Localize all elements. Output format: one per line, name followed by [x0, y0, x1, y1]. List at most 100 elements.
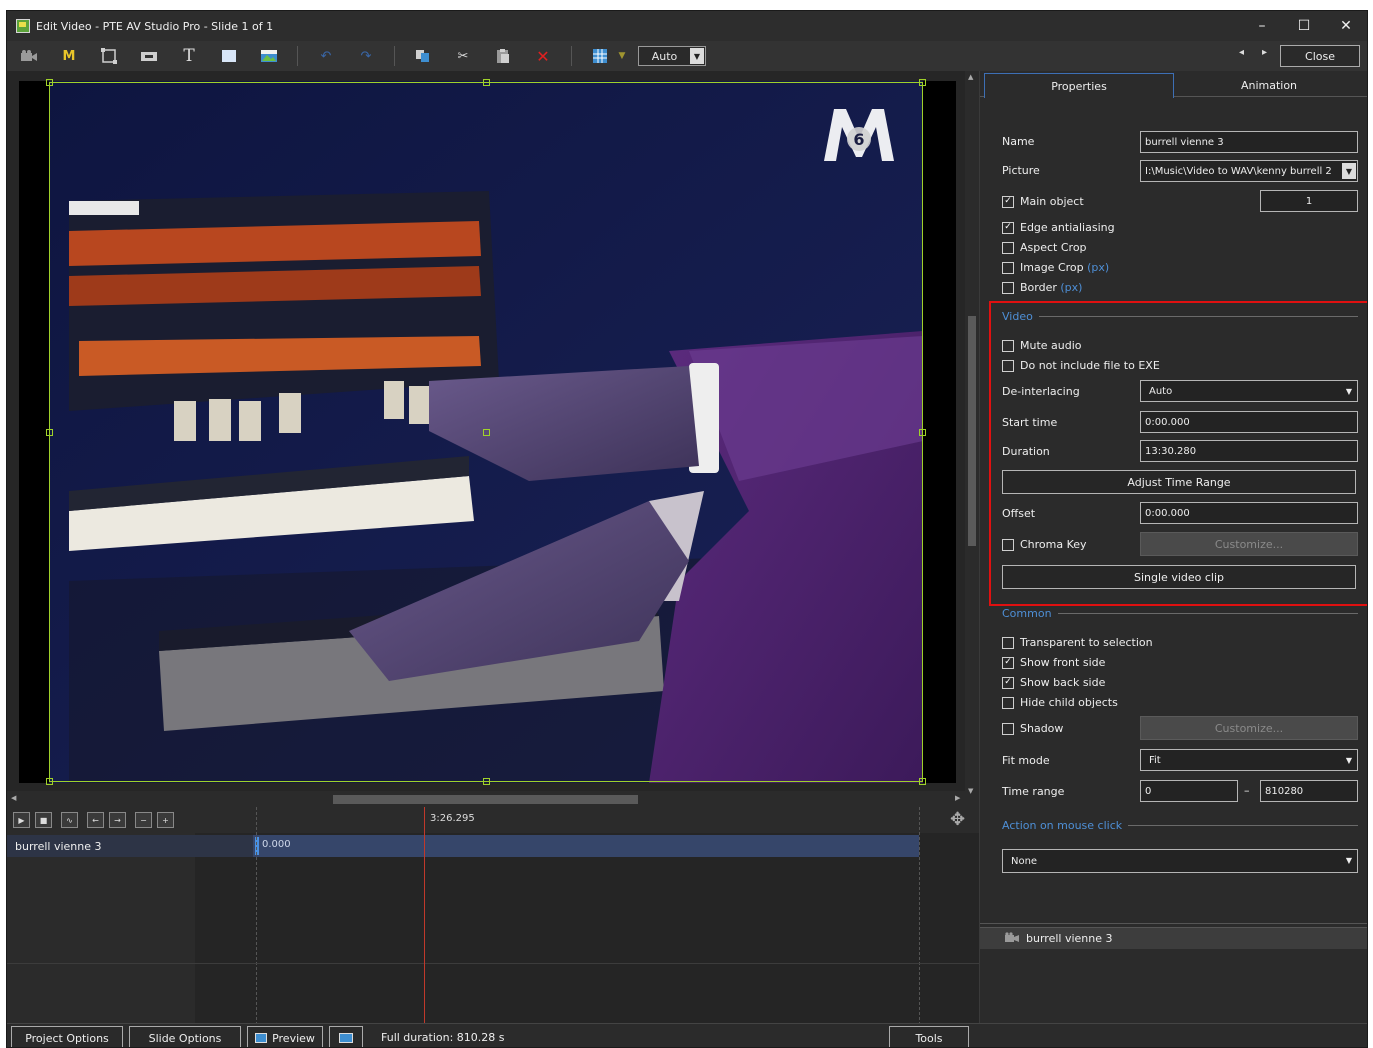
arrow-right-icon[interactable]: → — [109, 812, 126, 828]
aspect-crop-checkbox[interactable]: Aspect Crop — [1002, 241, 1087, 254]
arrow-left-icon[interactable]: ← — [87, 812, 104, 828]
properties-panel: Properties Animation Name burrell vienne… — [979, 71, 1367, 1023]
scroll-right-icon[interactable]: ▶ — [955, 794, 960, 802]
add-button-icon[interactable] — [137, 45, 161, 67]
video-clip[interactable] — [253, 835, 919, 857]
clip-end-guide — [919, 807, 920, 1025]
monitor-icon — [339, 1033, 353, 1043]
scroll-up-icon[interactable]: ▲ — [968, 73, 973, 81]
redo-icon[interactable]: ↷ — [354, 45, 378, 67]
clip-start-guide — [256, 807, 257, 1025]
action-select[interactable]: None ▼ — [1002, 849, 1358, 873]
border-link[interactable]: (px) — [1060, 281, 1082, 294]
main-object-field[interactable]: 1 — [1260, 190, 1358, 212]
scroll-down-icon[interactable]: ▼ — [968, 787, 973, 795]
paste-icon[interactable] — [491, 45, 515, 67]
move-icon[interactable]: ✥ — [950, 809, 965, 830]
common-section-header: Common — [1002, 607, 1358, 620]
edge-antialiasing-checkbox[interactable]: ✓ Edge antialiasing — [1002, 221, 1115, 234]
video-section-header: Video — [1002, 310, 1358, 323]
preview-button[interactable]: Preview — [247, 1026, 323, 1047]
grid-dropdown-icon[interactable]: ▼ — [616, 45, 628, 67]
bottom-bar: Project Options Slide Options Preview Fu… — [7, 1023, 1367, 1047]
canvas-vertical-scrollbar[interactable]: ▲ ▼ — [965, 71, 979, 797]
object-list-item[interactable]: burrell vienne 3 — [980, 927, 1367, 949]
vertical-scroll-thumb[interactable] — [968, 316, 976, 546]
chevron-down-icon[interactable]: ▼ — [1342, 163, 1356, 179]
window-close-button[interactable]: ✕ — [1325, 11, 1367, 41]
object-list-name: burrell vienne 3 — [1026, 932, 1113, 945]
name-field[interactable]: burrell vienne 3 — [1140, 131, 1358, 153]
add-mask-icon[interactable]: M — [57, 45, 81, 67]
fullscreen-preview-button[interactable] — [329, 1026, 363, 1047]
chroma-customize-button[interactable]: Customize... — [1140, 532, 1358, 556]
video-frame[interactable]: 6 — [49, 81, 923, 783]
waveform-icon[interactable]: ∿ — [61, 812, 78, 828]
mute-audio-checkbox[interactable]: Mute audio — [1002, 339, 1082, 352]
slide-options-button[interactable]: Slide Options — [129, 1026, 241, 1047]
add-video-icon[interactable] — [17, 45, 41, 67]
add-image-icon[interactable] — [257, 45, 281, 67]
horizontal-scroll-thumb[interactable] — [333, 795, 638, 804]
minimize-button[interactable]: – — [1241, 11, 1283, 41]
shadow-customize-button[interactable]: Customize... — [1140, 716, 1358, 740]
add-frame-icon[interactable] — [97, 45, 121, 67]
picture-path: I:\Music\Video to WAV\kenny burrell 2 — [1145, 165, 1332, 177]
project-options-button[interactable]: Project Options — [11, 1026, 123, 1047]
tab-properties[interactable]: Properties — [984, 73, 1174, 98]
add-rectangle-icon[interactable] — [217, 45, 241, 67]
duration-field[interactable]: 13:30.280 — [1140, 440, 1358, 462]
name-label: Name — [1002, 135, 1035, 148]
copy-icon[interactable] — [411, 45, 435, 67]
play-icon[interactable]: ▶ — [13, 812, 30, 828]
time-range-from-field[interactable]: 0 — [1140, 780, 1238, 802]
start-time-label: Start time — [1002, 416, 1058, 429]
show-front-side-checkbox[interactable]: ✓ Show front side — [1002, 656, 1105, 669]
single-video-clip-button[interactable]: Single video clip — [1002, 565, 1356, 589]
time-range-to-field[interactable]: 810280 — [1260, 780, 1358, 802]
border-checkbox[interactable]: Border (px) — [1002, 281, 1082, 294]
full-duration: Full duration: 810.28 s — [381, 1031, 505, 1044]
hide-child-objects-checkbox[interactable]: Hide child objects — [1002, 696, 1118, 709]
duration-label: Duration — [1002, 445, 1050, 458]
chevron-down-icon: ▼ — [690, 48, 704, 64]
tab-animation[interactable]: Animation — [1174, 73, 1364, 97]
checkbox-checked: ✓ — [1002, 656, 1014, 669]
shadow-checkbox[interactable]: Shadow — [1002, 722, 1063, 735]
app-icon — [16, 19, 30, 33]
add-text-icon[interactable]: T — [177, 45, 201, 67]
zoom-select[interactable]: Auto ▼ — [638, 46, 706, 66]
delete-icon[interactable]: ✕ — [531, 45, 555, 67]
offset-field[interactable]: 0:00.000 — [1140, 502, 1358, 524]
next-arrow-icon[interactable]: ▸ — [1262, 47, 1267, 58]
deinterlacing-select[interactable]: Auto ▼ — [1140, 380, 1358, 402]
picture-field[interactable]: I:\Music\Video to WAV\kenny burrell 2 ▼ — [1140, 160, 1358, 182]
cut-icon[interactable]: ✂ — [451, 45, 475, 67]
fit-mode-label: Fit mode — [1002, 754, 1050, 767]
checkbox-checked: ✓ — [1002, 195, 1014, 208]
do-not-include-checkbox[interactable]: Do not include file to EXE — [1002, 359, 1160, 372]
image-crop-checkbox[interactable]: Image Crop (px) — [1002, 261, 1109, 274]
main-object-checkbox[interactable]: ✓ Main object — [1002, 195, 1084, 208]
checkbox-unchecked — [1002, 538, 1014, 551]
zoom-out-icon[interactable]: − — [135, 812, 152, 828]
scroll-left-icon[interactable]: ◀ — [11, 794, 16, 802]
previous-arrow-icon[interactable]: ◂ — [1239, 47, 1244, 58]
chroma-key-checkbox[interactable]: Chroma Key — [1002, 538, 1087, 551]
maximize-button[interactable]: ☐ — [1283, 11, 1325, 41]
close-button[interactable]: Close — [1280, 45, 1360, 67]
canvas-horizontal-scrollbar[interactable]: ◀ ▶ — [7, 791, 967, 807]
show-back-side-checkbox[interactable]: ✓ Show back side — [1002, 676, 1105, 689]
zoom-in-icon[interactable]: + — [157, 812, 174, 828]
toolbar-separator — [571, 46, 572, 66]
playhead[interactable] — [424, 807, 425, 1025]
fit-mode-select[interactable]: Fit ▼ — [1140, 749, 1358, 771]
start-time-field[interactable]: 0:00.000 — [1140, 411, 1358, 433]
stop-icon[interactable]: ■ — [35, 812, 52, 828]
undo-icon[interactable]: ↶ — [314, 45, 338, 67]
tools-button[interactable]: Tools — [889, 1026, 969, 1047]
grid-icon[interactable] — [588, 45, 612, 67]
image-crop-link[interactable]: (px) — [1087, 261, 1109, 274]
adjust-time-range-button[interactable]: Adjust Time Range — [1002, 470, 1356, 494]
transparent-to-selection-checkbox[interactable]: Transparent to selection — [1002, 636, 1153, 649]
